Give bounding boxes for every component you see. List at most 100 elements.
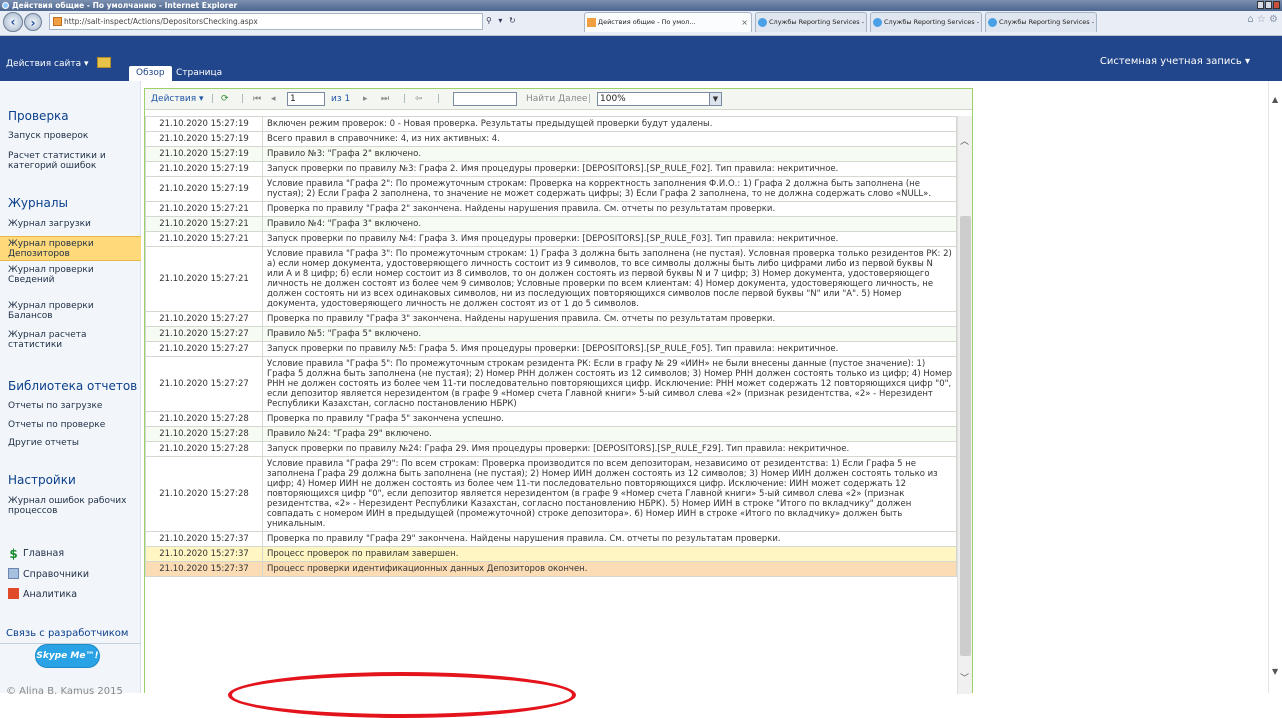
sidebar-item-workflow-errors[interactable]: Журнал ошибок рабочих процессов [8, 496, 138, 516]
log-message: Правило №3: "Графа 2" включено. [262, 146, 957, 162]
copyright: © Alina B. Kamus 2015 [6, 686, 123, 697]
close-tab-icon[interactable]: × [741, 13, 748, 32]
back-button[interactable]: ‹ [3, 12, 23, 32]
actions-label: Действия [151, 94, 197, 104]
log-timestamp: 21.10.2020 15:27:21 [145, 246, 263, 312]
account-menu[interactable]: Системная учетная запись ▾ [1100, 56, 1250, 67]
book-icon [8, 568, 19, 579]
log-timestamp: 21.10.2020 15:27:37 [145, 561, 263, 577]
find-next-link[interactable]: Найти Далее [526, 89, 587, 109]
browser-tab[interactable]: Действия общие - По умол... × [584, 12, 752, 32]
favorites-icon[interactable]: ☆ [1257, 14, 1266, 25]
log-message: Правило №4: "Графа 3" включено. [262, 216, 957, 232]
refresh-icon[interactable]: ⟳ [221, 89, 229, 109]
folder-icon[interactable] [97, 57, 112, 68]
tab-browse[interactable]: Обзор [129, 66, 172, 81]
close-window-button[interactable] [1273, 1, 1280, 9]
quicklink-analytics[interactable]: Аналитика [8, 588, 77, 600]
browser-tab-label: Службы Reporting Services - О... [769, 18, 867, 26]
log-message: Правило №24: "Графа 29" включено. [262, 426, 957, 442]
browser-tab-label: Действия общие - По умол... [598, 18, 696, 26]
url-text: http://salt-inspect/Actions/DepositorsCh… [64, 17, 258, 26]
quicklink-references[interactable]: Справочники [8, 568, 89, 580]
page-scrollbar[interactable]: ▲ ▼ [1268, 81, 1282, 693]
log-message: Условие правила "Графа 3": По промежуточ… [262, 246, 957, 312]
url-controls: ⚲ ▾ ↻ [486, 13, 520, 30]
sidebar-item-run-checks[interactable]: Запуск проверок [8, 131, 138, 141]
tab-page[interactable]: Страница [169, 66, 229, 81]
forward-button[interactable]: › [24, 13, 42, 31]
dollar-icon: $ [9, 547, 18, 561]
back-to-parent-icon[interactable]: ⇦ [415, 89, 423, 109]
log-message: Запуск проверки по правилу №5: Графа 5. … [262, 341, 957, 357]
browser-tab[interactable]: Службы Reporting Services - О... [985, 12, 1097, 32]
log-message: Проверка по правилу "Графа 2" закончена.… [262, 201, 957, 217]
actions-menu[interactable]: Действия ▾ [151, 89, 204, 109]
log-timestamp: 21.10.2020 15:27:19 [145, 161, 263, 177]
refresh-icon[interactable]: ↻ [509, 13, 516, 29]
scrollbar-thumb[interactable] [960, 216, 971, 656]
log-timestamp: 21.10.2020 15:27:28 [145, 426, 263, 442]
browser-tab[interactable]: Службы Reporting Services - О... [755, 12, 867, 32]
log-row: 21.10.2020 15:27:19 Условие правила "Граф… [145, 176, 957, 202]
sidebar: Проверка Запуск проверок Расчет статисти… [0, 81, 141, 697]
divider: | [588, 94, 592, 104]
log-row: 21.10.2020 15:27:27 Условие правила "Граф… [145, 356, 957, 412]
sidebar-item-load-reports[interactable]: Отчеты по загрузке [8, 401, 138, 411]
sidebar-item-info-journal[interactable]: Журнал проверки Сведений [8, 265, 138, 285]
log-row: 21.10.2020 15:27:19 Правило №3: "Графа 2"… [145, 146, 957, 162]
log-timestamp: 21.10.2020 15:27:37 [145, 531, 263, 547]
scroll-down-icon[interactable]: ﹀ [960, 671, 969, 684]
find-input[interactable] [453, 92, 517, 106]
log-row: 21.10.2020 15:27:21 Условие правила "Граф… [145, 246, 957, 312]
log-row: 21.10.2020 15:27:19 Включен режим проверо… [145, 116, 957, 132]
url-field[interactable]: http://salt-inspect/Actions/DepositorsCh… [49, 13, 483, 30]
log-scrollbar[interactable]: ︿ ﹀ [957, 116, 972, 694]
log-message: Проверка по правилу "Графа 5" закончена … [262, 411, 957, 427]
log-message: Проверка по правилу "Графа 3" закончена.… [262, 311, 957, 327]
prev-page-icon[interactable]: ◂ [271, 89, 276, 109]
browser-tab-label: Службы Reporting Services - О... [884, 18, 982, 26]
log-message: Условие правила "Графа 29": По всем стро… [262, 456, 957, 532]
sidebar-item-other-reports[interactable]: Другие отчеты [8, 438, 138, 448]
site-actions-menu[interactable]: Действия сайта ▾ [6, 57, 112, 69]
log-message: Процесс проверки идентификационных данны… [262, 561, 957, 577]
log-timestamp: 21.10.2020 15:27:21 [145, 201, 263, 217]
first-page-icon[interactable]: ⏮ [253, 89, 261, 109]
sidebar-item-check-reports[interactable]: Отчеты по проверке [8, 420, 138, 430]
sidebar-item-calc-statistics[interactable]: Расчет статистики и категорий ошибок [8, 151, 138, 171]
sidebar-item-load-journal[interactable]: Журнал загрузки [8, 219, 138, 229]
developer-contact-link[interactable]: Связь с разработчиком [6, 628, 128, 639]
log-timestamp: 21.10.2020 15:27:27 [145, 311, 263, 327]
sidebar-item-depositors-journal[interactable]: Журнал проверки Депозиторов [0, 236, 141, 261]
tab-favicon-icon [758, 18, 767, 27]
log-row: 21.10.2020 15:27:21 Проверка по правилу "… [145, 201, 957, 217]
skype-button[interactable]: Skype Me™! [35, 644, 100, 668]
sidebar-item-balance-journal[interactable]: Журнал проверки Балансов [8, 301, 138, 321]
chevron-down-icon: ▼ [709, 93, 721, 105]
zoom-select[interactable]: 100% ▼ [597, 92, 722, 106]
log-message: Включен режим проверок: 0 - Новая провер… [262, 116, 957, 132]
gear-icon[interactable]: ⚙ [1269, 14, 1278, 25]
home-icon[interactable]: ⌂ [1247, 14, 1253, 25]
page-number-input[interactable]: 1 [287, 92, 325, 106]
divider: | [403, 94, 407, 104]
scroll-up-icon[interactable]: ▲ [1272, 95, 1278, 104]
sidebar-item-stats-journal[interactable]: Журнал расчета статистики [8, 330, 138, 350]
minimize-button[interactable] [1257, 1, 1264, 9]
log-message: Запуск проверки по правилу №3: Графа 2. … [262, 161, 957, 177]
log-message: Проверка по правилу "Графа 29" закончена… [262, 531, 957, 547]
dropdown-icon[interactable]: ▾ [498, 13, 502, 29]
scroll-down-icon[interactable]: ▼ [1272, 667, 1278, 676]
search-icon[interactable]: ⚲ [486, 13, 492, 29]
log-message: Условие правила "Графа 2": По промежуточ… [262, 176, 957, 202]
log-row: 21.10.2020 15:27:28 Правило №24: "Графа 2… [145, 426, 957, 442]
last-page-icon[interactable]: ⏭ [381, 89, 389, 109]
quicklink-home[interactable]: $ Главная [8, 548, 64, 560]
scroll-up-icon[interactable]: ︿ [960, 134, 969, 147]
quicklink-references-label: Справочники [23, 569, 90, 580]
next-page-icon[interactable]: ▸ [363, 89, 368, 109]
maximize-button[interactable] [1265, 1, 1272, 9]
log-timestamp: 21.10.2020 15:27:19 [145, 131, 263, 147]
browser-tab[interactable]: Службы Reporting Services - О... [870, 12, 982, 32]
